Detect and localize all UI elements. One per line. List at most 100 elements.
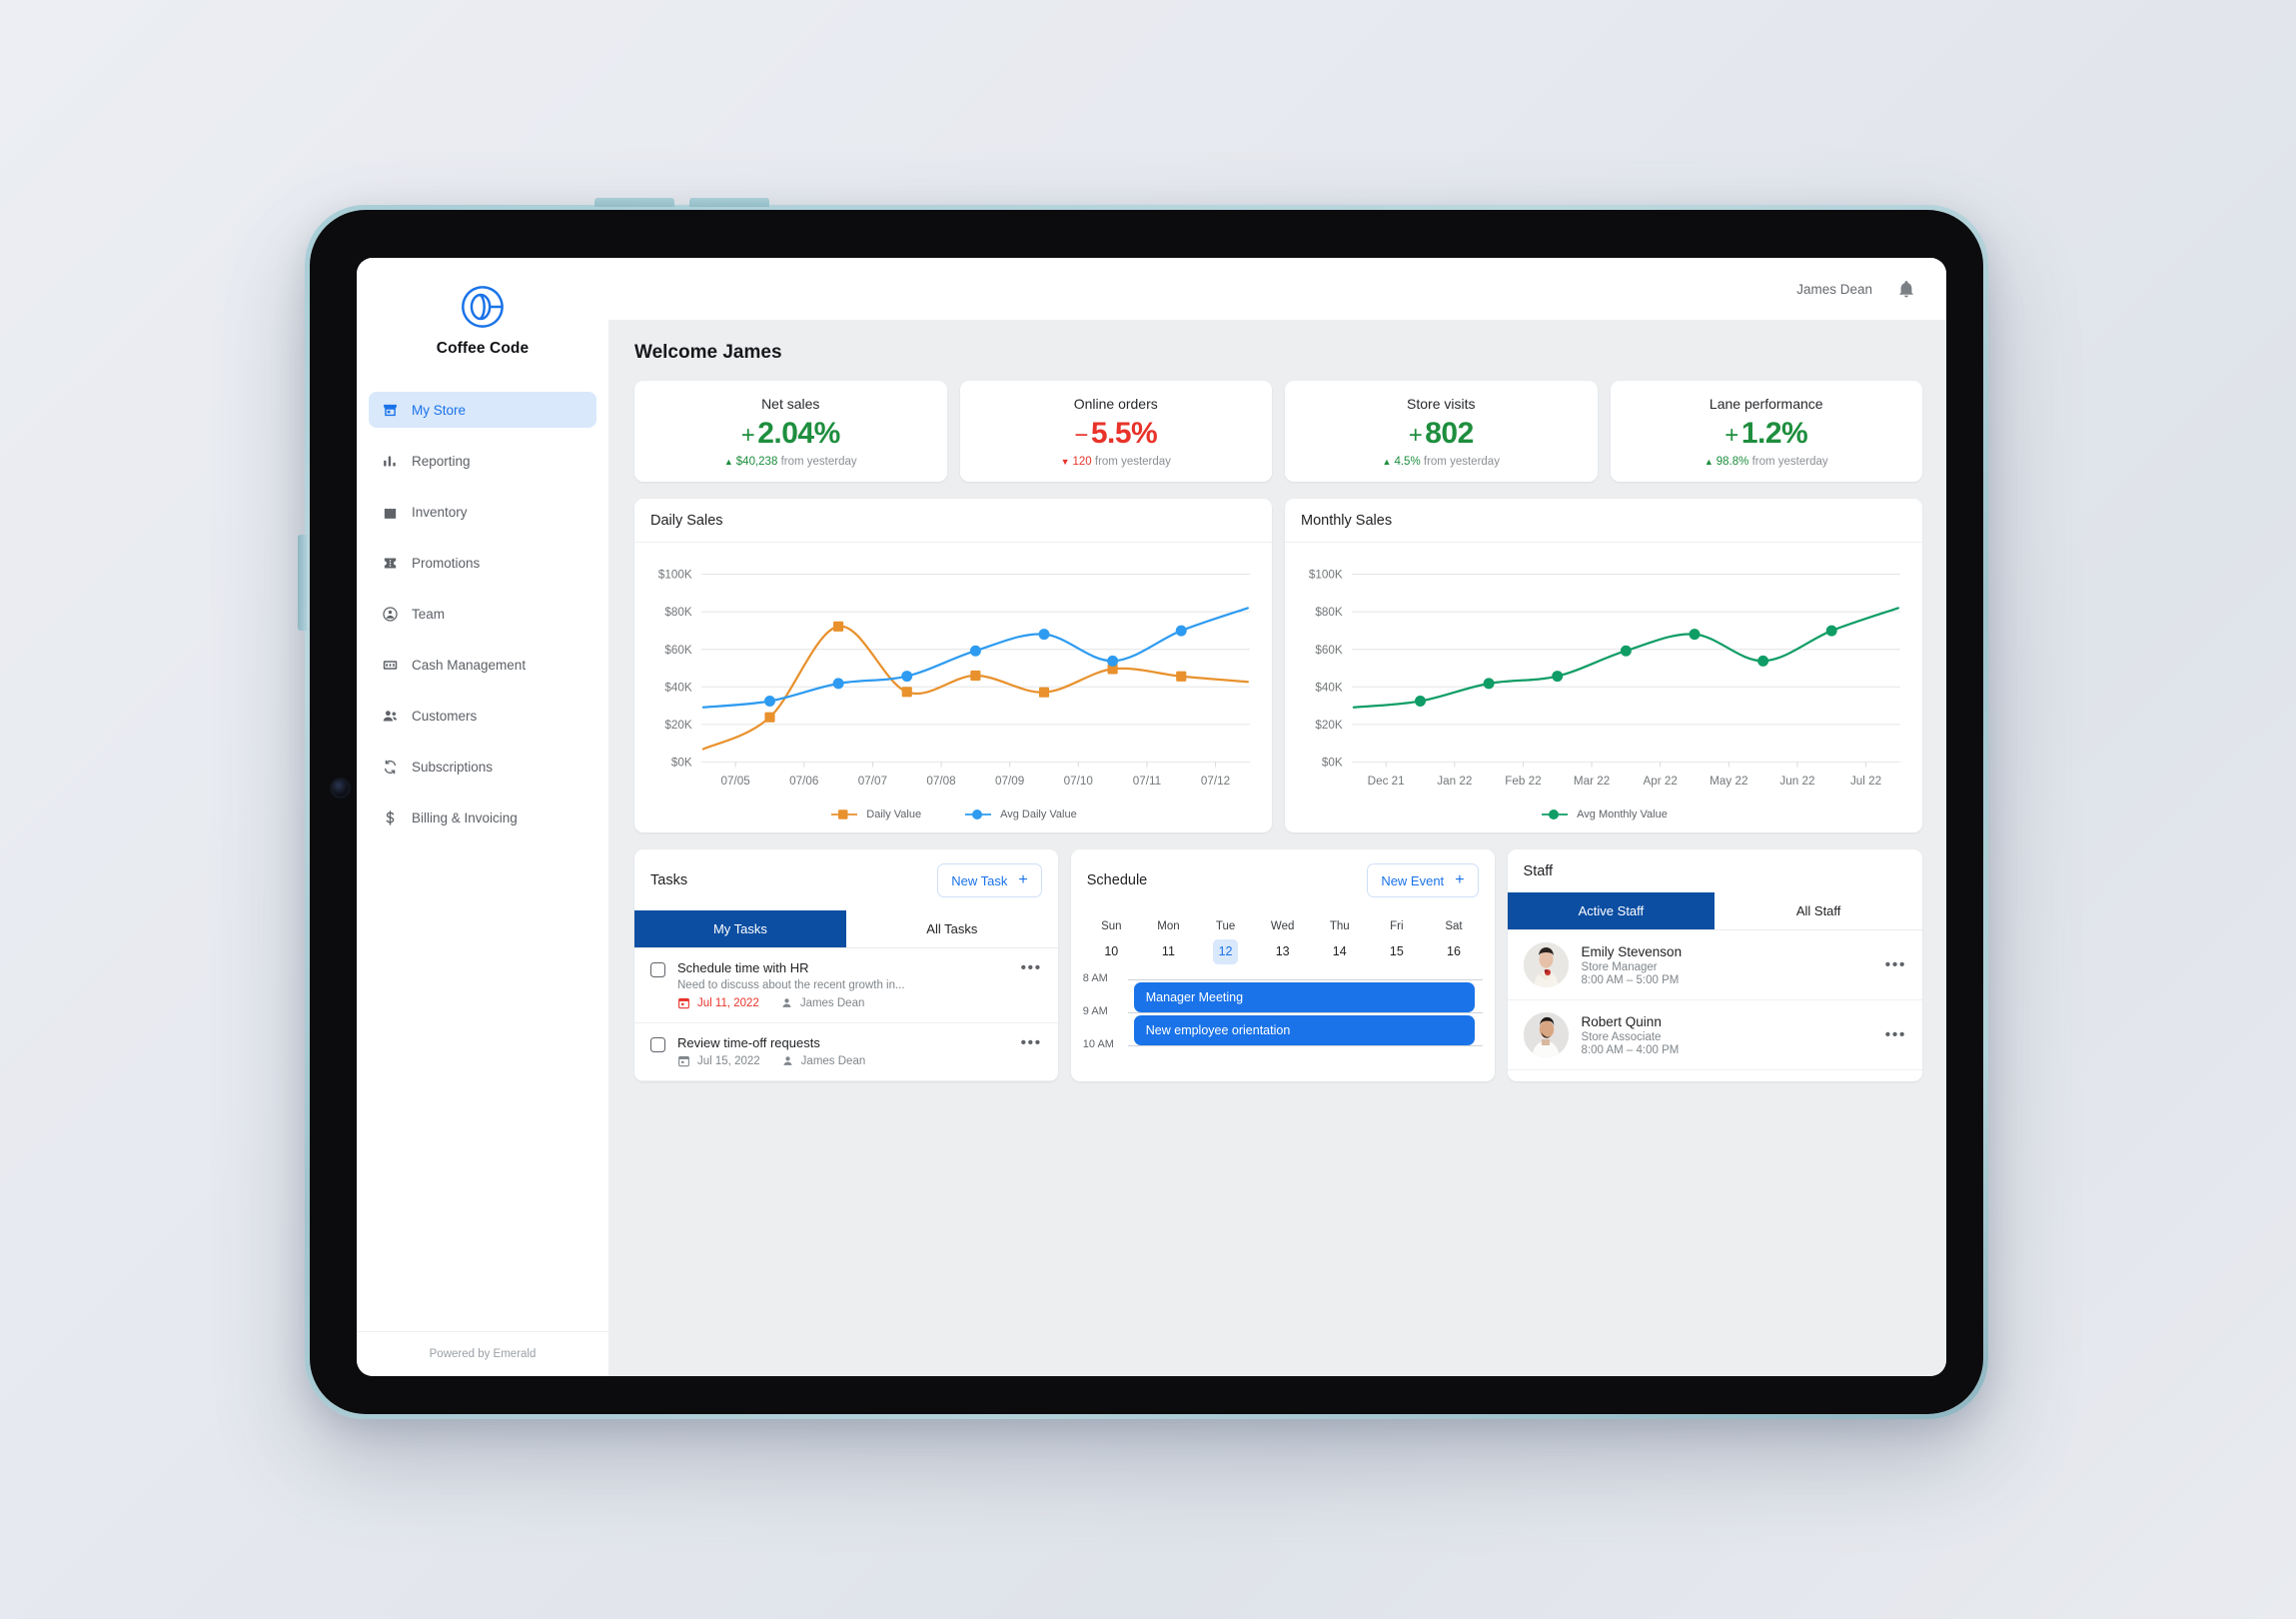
kpi-card-net-sales: Net sales +2.04% ▲ $40,238 from yesterday (634, 381, 947, 483)
bar-chart-icon (382, 453, 399, 470)
schedule-body: Sun 10 Mon 11 Tue 12 Wed 13 Thu 14 Fri 1… (1071, 910, 1495, 1078)
tab-all-staff[interactable]: All Staff (1715, 892, 1922, 930)
task-more-options-icon[interactable]: ••• (1020, 960, 1041, 1009)
schedule-event[interactable]: Manager Meeting (1133, 982, 1475, 1013)
sidebar-item-billing-invoicing[interactable]: Billing & Invoicing (369, 800, 596, 835)
day-name: Thu (1329, 920, 1350, 933)
kpi-sign: + (1724, 422, 1738, 449)
coffee-code-logo-icon (462, 286, 504, 328)
sidebar-item-subscriptions[interactable]: Subscriptions (369, 749, 596, 785)
page-title: Welcome James (634, 342, 782, 363)
kpi-card-online-orders: Online orders −5.5% ▼ 120 from yesterday (959, 381, 1272, 483)
task-checkbox[interactable] (650, 962, 665, 978)
sidebar-item-cash-management[interactable]: Cash Management (369, 647, 596, 683)
task-more-options-icon[interactable]: ••• (1020, 1035, 1041, 1067)
day-number[interactable]: 16 (1441, 939, 1466, 964)
y-axis-tick-label: $60K (1315, 644, 1343, 657)
staff-name: Robert Quinn (1581, 1013, 1662, 1029)
data-point-marker (833, 622, 844, 633)
tab-my-tasks[interactable]: My Tasks (634, 910, 846, 948)
kpi-title: Store visits (1407, 396, 1476, 412)
staff-more-options-icon[interactable]: ••• (1885, 956, 1906, 973)
legend-swatch-icon (831, 810, 858, 820)
kpi-delta: 4.5% (1394, 456, 1421, 469)
sidebar: Coffee Code My Store Reporting Inventory… (357, 258, 608, 1376)
legend-label: Avg Daily Value (1000, 809, 1077, 821)
legend-label: Avg Monthly Value (1577, 809, 1668, 821)
sidebar-item-label: Inventory (412, 504, 468, 520)
day-number[interactable]: 15 (1384, 939, 1409, 964)
x-axis-tick-label: Jan 22 (1437, 775, 1472, 788)
calendar-icon (678, 1056, 689, 1067)
sidebar-item-reporting[interactable]: Reporting (369, 443, 596, 479)
day-name: Tue (1215, 920, 1236, 933)
sidebar-item-inventory[interactable]: Inventory (369, 494, 596, 530)
trend-up-arrow-icon: ▲ (723, 457, 733, 468)
chart-title: Daily Sales (650, 512, 723, 529)
staff-more-options-icon[interactable]: ••• (1885, 1026, 1906, 1043)
task-checkbox[interactable] (650, 1037, 665, 1053)
sidebar-item-label: Billing & Invoicing (412, 810, 518, 825)
legend-label: Daily Value (866, 809, 922, 821)
app-screen: Coffee Code My Store Reporting Inventory… (357, 258, 1946, 1376)
y-axis-tick-label: $100K (658, 569, 692, 582)
day-column: Wed 13 (1254, 916, 1311, 964)
day-number-selected[interactable]: 12 (1213, 939, 1239, 965)
legend-item[interactable]: Daily Value (829, 809, 921, 820)
day-number[interactable]: 11 (1156, 939, 1181, 964)
data-point-marker (1415, 696, 1426, 708)
volume-down-button[interactable] (689, 198, 769, 207)
sidebar-item-customers[interactable]: Customers (369, 698, 596, 734)
legend-swatch-icon (965, 810, 992, 820)
main-area: James Dean Welcome James Net sales +2.04… (608, 258, 1946, 1376)
tab-all-tasks[interactable]: All Tasks (845, 910, 1058, 948)
panel-header: Schedule New Event + (1071, 849, 1495, 910)
legend-item[interactable]: Avg Monthly Value (1540, 809, 1668, 820)
sidebar-item-team[interactable]: Team (369, 596, 596, 632)
day-column: Sat 16 (1425, 916, 1482, 964)
task-title: Schedule time with HR (677, 960, 809, 976)
kpi-card-lane-performance: Lane performance +1.2% ▲ 98.8% from yeste… (1610, 381, 1922, 483)
time-label: 9 AM (1082, 1005, 1108, 1018)
task-row: Review time-off requests Jul 15, 2022 Ja… (634, 1023, 1058, 1082)
time-row: 9 AM New employee orientation (1083, 1005, 1483, 1046)
charts-row: Daily Sales $0K $20K $40K $60K $80K $100K 07/0… (634, 499, 1922, 833)
day-number[interactable]: 13 (1270, 939, 1295, 964)
data-point-marker (1038, 688, 1050, 699)
sidebar-item-promotions[interactable]: Promotions (369, 545, 596, 581)
sidebar-item-label: Cash Management (412, 657, 527, 673)
schedule-event[interactable]: New employee orientation (1133, 1015, 1475, 1046)
volume-up-button[interactable] (594, 198, 674, 207)
staff-info: Robert Quinn Store Associate 8:00 AM – 4… (1582, 1014, 1872, 1056)
legend-item[interactable]: Avg Daily Value (963, 809, 1077, 820)
power-button[interactable] (298, 535, 307, 631)
sidebar-item-my-store[interactable]: My Store (369, 392, 596, 428)
data-point-marker (1176, 672, 1187, 683)
data-point-marker (969, 646, 981, 658)
data-point-marker (970, 671, 981, 682)
team-circle-icon (382, 606, 399, 623)
time-line (1127, 1045, 1483, 1047)
kpi-subtext: ▲ $40,238 from yesterday (644, 456, 937, 468)
brand-name: Coffee Code (436, 340, 530, 357)
task-meta: Jul 15, 2022 James Dean (677, 1054, 1008, 1067)
y-axis-tick-label: $40K (1315, 682, 1343, 695)
daily-sales-chart-card: Daily Sales $0K $20K $40K $60K $80K $100K 07/0… (634, 499, 1272, 833)
x-axis-tick-label: 07/05 (721, 775, 751, 788)
x-axis-tick-label: 07/11 (1133, 775, 1161, 788)
data-point-marker (901, 671, 913, 683)
notification-bell-icon[interactable] (1896, 279, 1916, 299)
kpi-sign: − (1074, 422, 1088, 449)
day-number[interactable]: 14 (1327, 939, 1352, 964)
day-column: Fri 15 (1368, 916, 1425, 964)
task-title: Review time-off requests (677, 1035, 820, 1051)
day-number[interactable]: 10 (1099, 939, 1124, 964)
time-row: 8 AM Manager Meeting (1083, 972, 1483, 1013)
new-event-button[interactable]: New Event + (1367, 863, 1479, 898)
tab-active-staff[interactable]: Active Staff (1507, 892, 1716, 930)
tablet-device: Coffee Code My Store Reporting Inventory… (298, 198, 1988, 1419)
panel-header: Tasks New Task + (634, 849, 1058, 910)
new-task-button[interactable]: New Task + (937, 863, 1042, 898)
monthly-sales-line-chart: $0K $20K $40K $60K $80K $100K Dec 21 Jan 22 Feb … (1309, 569, 1900, 788)
assignee-person-icon (783, 1056, 792, 1066)
